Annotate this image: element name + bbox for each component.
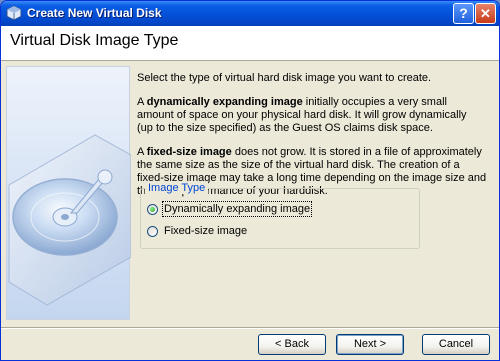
virtualbox-icon	[6, 5, 22, 21]
radio-fixed-label[interactable]: Fixed-size image	[163, 224, 248, 238]
dynamic-description: A dynamically expanding image initially …	[137, 96, 477, 135]
image-type-legend: Image Type	[145, 182, 209, 194]
hard-disk-illustration	[6, 66, 131, 320]
help-button[interactable]: ?	[453, 3, 474, 24]
wizard-header: Virtual Disk Image Type	[1, 26, 499, 61]
radio-dynamic[interactable]: Dynamically expanding image	[147, 201, 313, 217]
close-button[interactable]: ✕	[475, 3, 496, 24]
dynamic-term: dynamically expanding image	[146, 96, 303, 108]
image-type-groupbox: Image Type Dynamically expanding image F…	[140, 182, 420, 249]
fixed-prefix: A	[137, 146, 147, 158]
wizard-content: Select the type of virtual hard disk ima…	[6, 64, 496, 322]
fixed-term: fixed-size image	[146, 146, 232, 158]
window-title: Create New Virtual Disk	[27, 6, 162, 20]
radio-dynamic-label[interactable]: Dynamically expanding image	[161, 201, 313, 217]
dynamic-prefix: A	[137, 96, 147, 108]
next-button[interactable]: Next >	[336, 334, 404, 355]
cancel-button[interactable]: Cancel	[422, 334, 490, 355]
back-button[interactable]: < Back	[258, 334, 326, 355]
title-bar[interactable]: Create New Virtual Disk ? ✕	[1, 1, 499, 26]
footer-divider-highlight	[1, 328, 499, 329]
radio-fixed[interactable]: Fixed-size image	[147, 223, 248, 239]
radio-button-checked[interactable]	[147, 203, 158, 215]
intro-text: Select the type of virtual hard disk ima…	[137, 72, 432, 84]
page-title: Virtual Disk Image Type	[10, 32, 179, 49]
radio-button-unchecked[interactable]	[147, 225, 158, 237]
dialog-window: Create New Virtual Disk ? ✕ Virtual Disk…	[0, 0, 500, 361]
